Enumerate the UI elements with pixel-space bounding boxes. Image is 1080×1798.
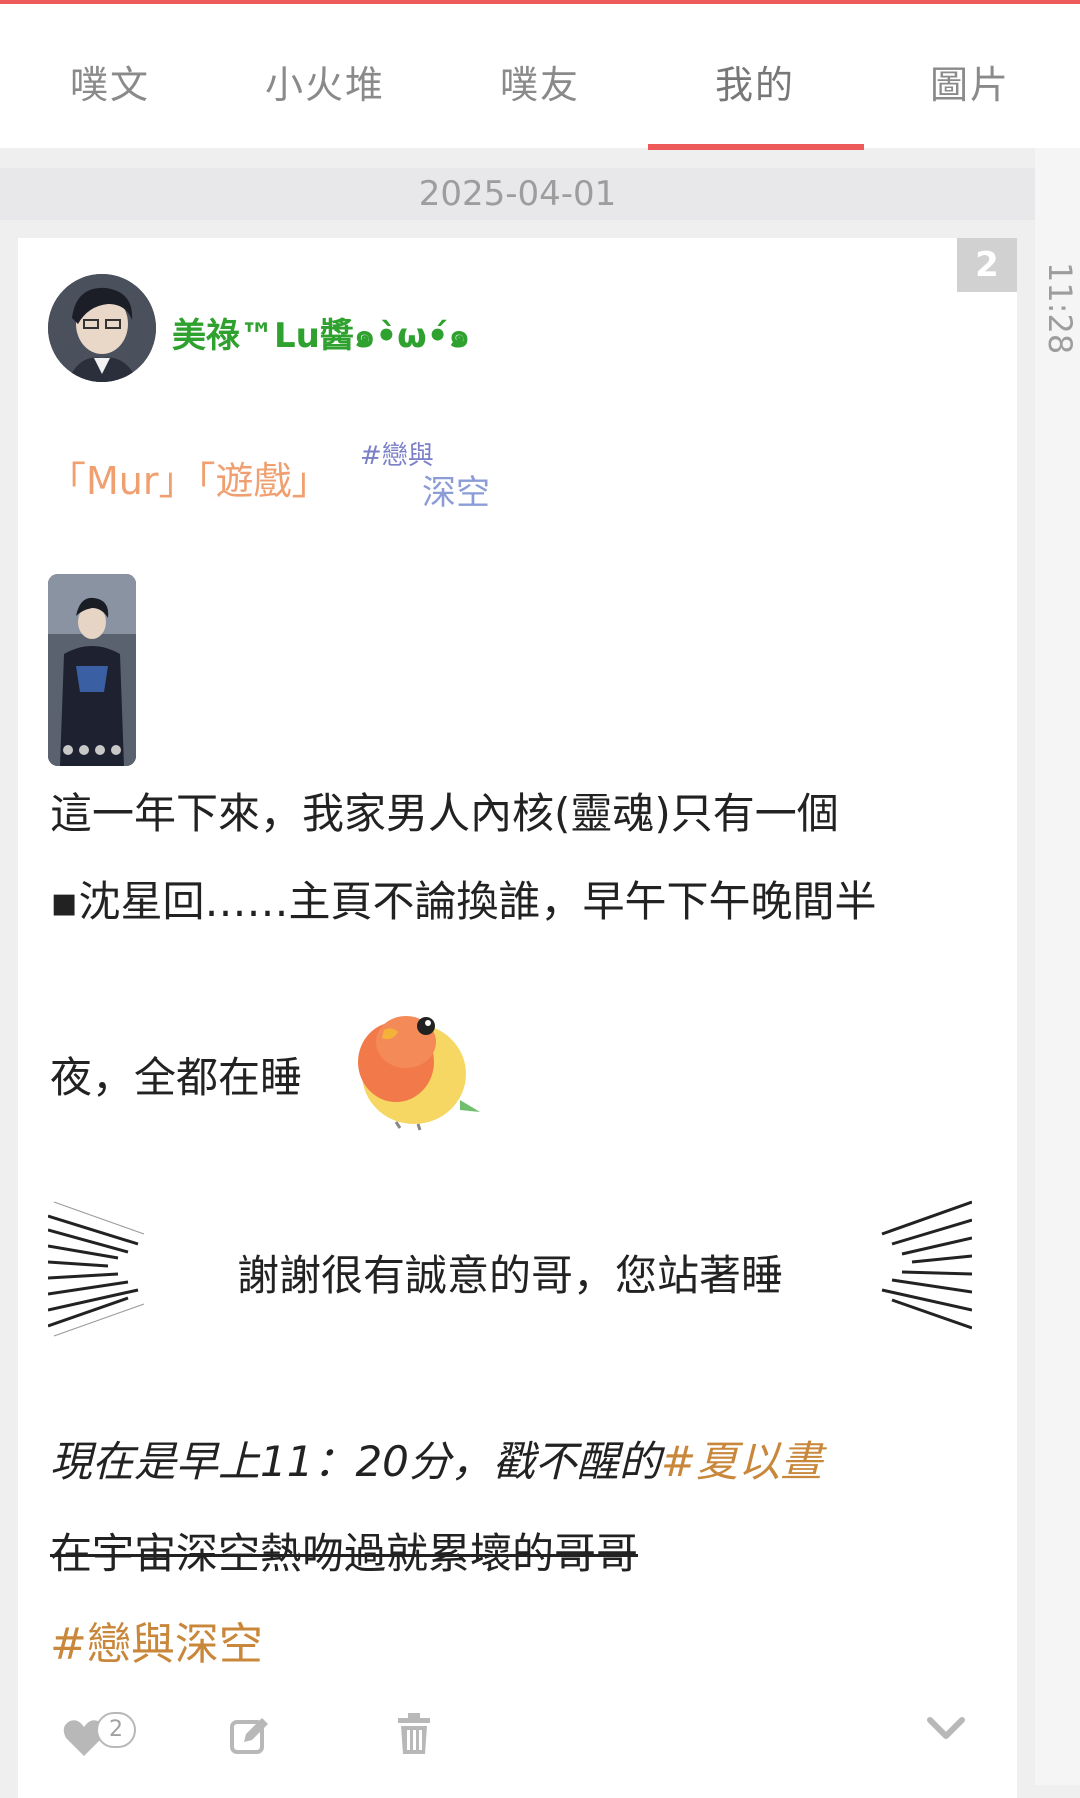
edit-icon [230, 1718, 268, 1754]
expand-button[interactable] [926, 1714, 966, 1744]
hashtag-xia-yizhou[interactable]: #夏以晝 [661, 1437, 822, 1486]
post-actions-bar: 2 [0, 1700, 1035, 1780]
avatar[interactable] [48, 274, 156, 382]
quote-text: 謝謝很有誠意的哥，您站著睡 [236, 1251, 783, 1300]
tag-banner-image: 「Mur」「遊戲」 #戀與 深空 [48, 438, 508, 513]
italic-text-prefix: 現在是早上11：20分，戳不醒的 [50, 1437, 661, 1486]
timeline-side-strip [1035, 148, 1080, 1785]
chevron-down-icon [927, 1717, 965, 1739]
delete-button[interactable] [394, 1712, 434, 1756]
hashtag-love-and-deepspace[interactable]: #戀與深空 [50, 1608, 263, 1672]
post-time: 11:28 [1041, 262, 1079, 355]
edit-button[interactable] [228, 1714, 272, 1758]
like-button[interactable]: 2 [62, 1700, 142, 1760]
tab-images[interactable]: 圖片 [900, 54, 1040, 114]
quote-banner: 謝謝很有誠意的哥，您站著睡 [48, 1194, 972, 1344]
strikethrough-text: 在宇宙深空熱吻過就累壞的哥哥 [50, 1529, 639, 1578]
speed-lines-right-icon [881, 1200, 972, 1330]
tab-bar: 噗文 小火堆 噗友 我的 圖片 [0, 4, 1080, 150]
post-text-line-3: 夜，全都在睡 [50, 1053, 303, 1102]
italic-text-line: 現在是早上11：20分，戳不醒的#夏以晝 [50, 1428, 822, 1489]
tag-banner-left: 「Mur」「遊戲」 [48, 459, 330, 503]
tab-campfire[interactable]: 小火堆 [250, 54, 400, 114]
post-text-line-2: ▪沈星回……主頁不論換誰，早午下午晚間半 [50, 877, 877, 926]
tab-mine[interactable]: 我的 [685, 54, 825, 114]
post-image-thumbnail[interactable] [48, 574, 136, 766]
tag-banner-right-top: #戀與 [360, 441, 434, 471]
date-header: 2025-04-01 [0, 168, 1035, 220]
bird-sticker-image [348, 1002, 488, 1132]
like-count: 2 [96, 1712, 136, 1748]
post-text-line-1: 這一年下來，我家男人內核(靈魂)只有一個 [50, 789, 839, 838]
tab-plurks[interactable]: 噗文 [40, 54, 180, 114]
active-tab-indicator [648, 144, 864, 150]
username[interactable]: 美祿™Lu醬๑•̀ω•́๑ [172, 308, 470, 362]
trash-icon [398, 1713, 430, 1754]
tab-friends[interactable]: 噗友 [470, 54, 610, 114]
tag-banner-right-bottom: 深空 [422, 473, 490, 510]
response-count-badge[interactable]: 2 [957, 238, 1017, 292]
